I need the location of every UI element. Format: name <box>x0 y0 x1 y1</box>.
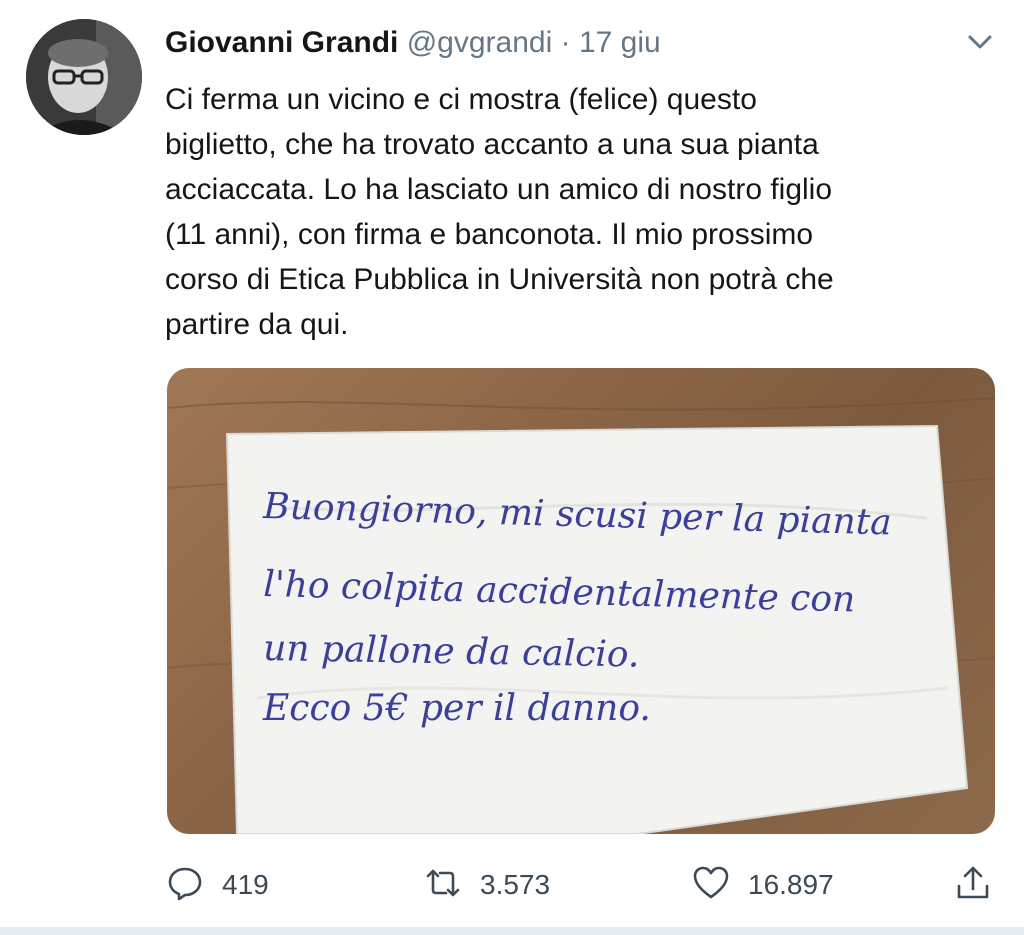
header-separator: · <box>560 26 571 59</box>
share-button[interactable] <box>954 863 992 907</box>
retweet-icon <box>424 864 462 907</box>
like-button[interactable]: 16.897 <box>692 863 834 907</box>
like-count: 16.897 <box>748 869 834 900</box>
reply-icon <box>166 864 204 907</box>
tweet-date[interactable]: 17 giu <box>579 26 661 59</box>
note-line-3: un pallone da calcio. <box>263 628 640 676</box>
reply-button[interactable]: 419 <box>166 863 269 907</box>
tweet-header: Giovanni Grandi @gvgrandi · 17 giu <box>165 23 661 63</box>
heart-icon <box>692 864 730 907</box>
divider <box>0 927 1024 935</box>
tweet-actions: 419 3.573 16.897 <box>0 855 1024 915</box>
author-name[interactable]: Giovanni Grandi <box>165 26 398 59</box>
avatar[interactable] <box>26 19 142 135</box>
retweet-count: 3.573 <box>480 869 551 900</box>
chevron-down-icon[interactable] <box>966 32 994 52</box>
tweet-photo[interactable]: Buongiorno, mi scusi per la pianta l'ho … <box>167 368 995 834</box>
retweet-button[interactable]: 3.573 <box>424 863 550 907</box>
share-icon <box>954 864 992 907</box>
tweet-text: Ci ferma un vicino e ci mostra (felice) … <box>165 83 834 341</box>
note-line-4: Ecco 5€ per il danno. <box>262 688 651 729</box>
author-handle[interactable]: @gvgrandi <box>407 26 553 59</box>
tweet-card: Giovanni Grandi @gvgrandi · 17 giu Ci fe… <box>0 0 1024 935</box>
reply-count: 419 <box>222 869 269 900</box>
